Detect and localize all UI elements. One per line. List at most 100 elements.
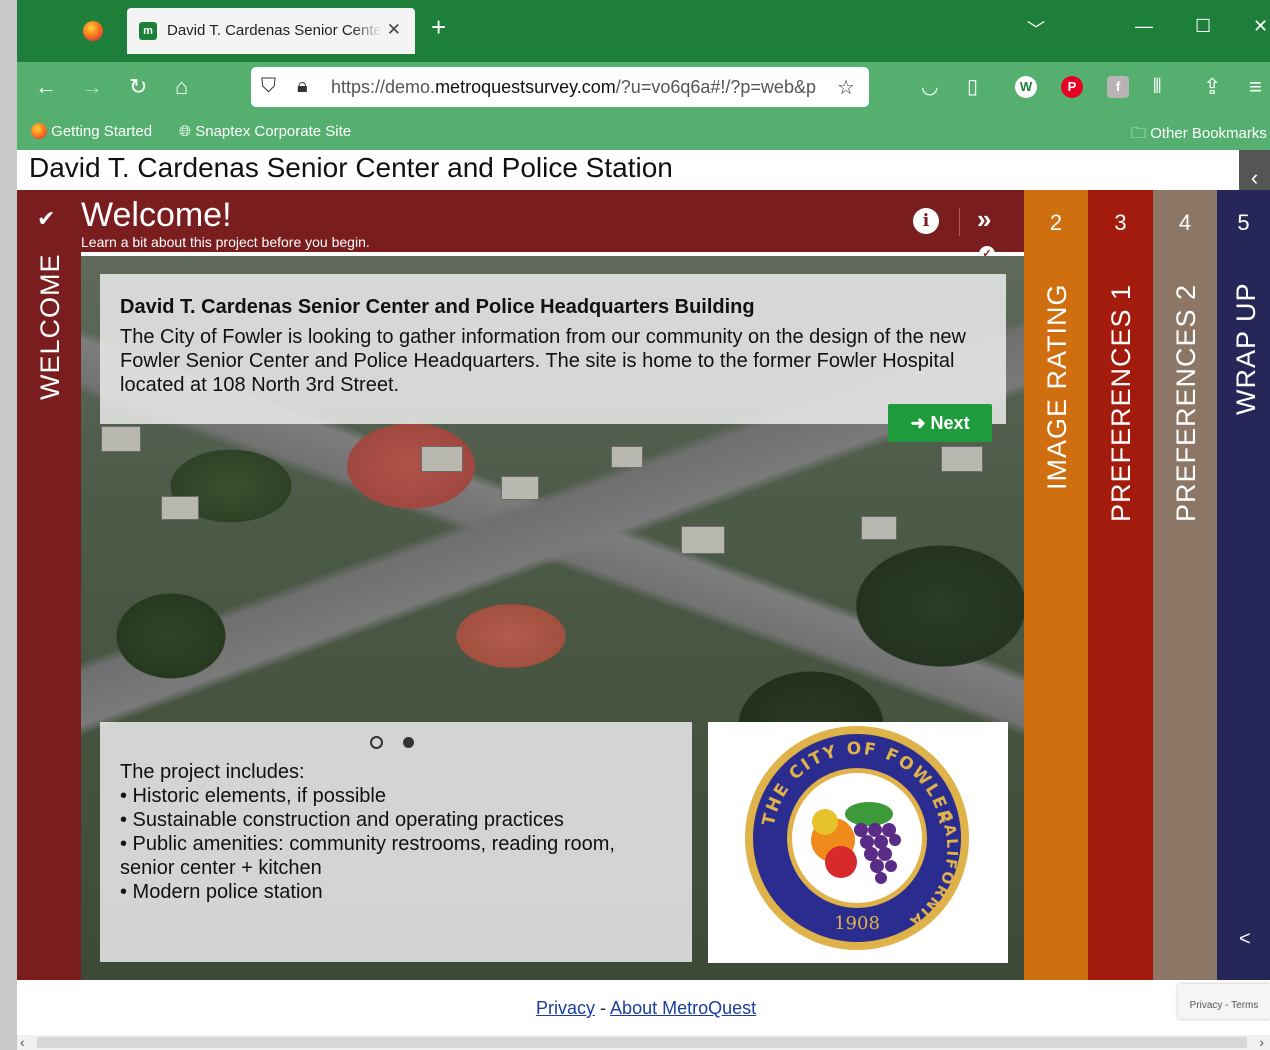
city-seal-card: THE CITY OF FOWLER CALIFORNIA 1908: [708, 722, 1008, 963]
extension-icon[interactable]: f: [1107, 76, 1129, 98]
step-label: PREFERENCES 2: [1171, 283, 1201, 522]
metroquest-favicon: m: [139, 22, 157, 40]
privacy-link[interactable]: Privacy: [536, 998, 595, 1018]
footer-separator: -: [600, 998, 607, 1018]
globe-icon: 🌐︎: [179, 123, 192, 140]
bookmark-label: Snaptex Corporate Site: [195, 123, 352, 140]
tab-list-icon[interactable]: ﹀: [1027, 16, 1045, 42]
star-icon[interactable]: ☆: [837, 75, 855, 100]
firefox-icon: [31, 123, 47, 139]
horizontal-scrollbar[interactable]: ‹ ›: [17, 1034, 1270, 1050]
welcome-title: Welcome!: [81, 196, 232, 234]
address-bar[interactable]: ⛉ 🔒︎ https://demo.metroquestsurvey.com/?…: [251, 67, 869, 107]
project-list-item: • Sustainable construction and operating…: [120, 809, 564, 831]
photo-building: [941, 446, 983, 472]
share-icon[interactable]: <: [1239, 928, 1251, 951]
step-tab-preferences-2[interactable]: 4 PREFERENCES 2: [1153, 190, 1217, 980]
check-icon: ✔: [37, 206, 56, 231]
step-tab-preferences-1[interactable]: 3 PREFERENCES 1: [1088, 190, 1153, 980]
menu-icon[interactable]: ≡: [1249, 74, 1262, 100]
share-icon[interactable]: ⇪: [1203, 74, 1221, 100]
welcome-subtitle: Learn a bit about this project before yo…: [81, 234, 370, 250]
info-icon[interactable]: i: [913, 208, 939, 234]
tab-title: David T. Cardenas Senior Center and Poli…: [167, 22, 382, 39]
close-tab-icon[interactable]: ✕: [387, 20, 401, 40]
intro-card-title: David T. Cardenas Senior Center and Poli…: [120, 296, 755, 318]
bookmarks-bar: Getting Started 🌐︎ Snaptex Corporate Sit…: [17, 114, 1270, 150]
slide-dot-1[interactable]: [370, 736, 383, 750]
photo-building: [501, 476, 539, 500]
close-window-icon[interactable]: ✕: [1253, 16, 1268, 37]
next-button[interactable]: ➜ Next: [888, 404, 992, 442]
scroll-left-icon[interactable]: ‹: [20, 1034, 25, 1050]
pocket-icon[interactable]: ◡: [921, 74, 938, 100]
bookmark-label: Getting Started: [51, 123, 153, 140]
back-icon[interactable]: ←: [35, 74, 57, 100]
step-label: PREFERENCES 1: [1106, 283, 1136, 522]
photo-building: [101, 426, 141, 452]
scrollbar-thumb[interactable]: [37, 1037, 1247, 1048]
folder-icon: 🗀: [1131, 125, 1147, 142]
step-number: 3: [1114, 210, 1127, 235]
browser-window: m David T. Cardenas Senior Center and Po…: [17, 0, 1270, 1050]
city-seal: THE CITY OF FOWLER CALIFORNIA 1908: [741, 722, 973, 954]
survey-app: ✔ WELCOME Welcome! Learn a bit about thi…: [17, 190, 1270, 980]
project-list-item: • Public amenities: community restrooms,…: [120, 833, 615, 879]
minimize-icon[interactable]: —: [1135, 16, 1153, 37]
scroll-right-icon[interactable]: ›: [1259, 1034, 1264, 1050]
project-card: The project includes: • Historic element…: [100, 722, 692, 962]
photo-building: [421, 446, 463, 472]
reader-icon[interactable]: ▯: [967, 74, 978, 100]
page-footer: Privacy - About MetroQuest: [17, 980, 1270, 1035]
step-tab-image-rating[interactable]: 2 IMAGE RATING: [1024, 190, 1088, 980]
home-icon[interactable]: ⌂: [175, 74, 188, 100]
step-number: 2: [1049, 210, 1063, 235]
navigation-bar: ← → ↻ ⌂ ⛉ 🔒︎ https://demo.metroquestsurv…: [17, 62, 1270, 114]
bookmark-label: Other Bookmarks: [1150, 125, 1267, 142]
new-tab-button[interactable]: +: [431, 14, 446, 40]
step-number: 5: [1237, 210, 1250, 235]
page-title: David T. Cardenas Senior Center and Poli…: [29, 152, 673, 183]
library-icon[interactable]: ⫴: [1153, 74, 1161, 100]
bookmark-getting-started[interactable]: Getting Started: [31, 123, 152, 140]
tab-bar: m David T. Cardenas Senior Center and Po…: [17, 0, 1270, 62]
url-text[interactable]: https://demo.metroquestsurvey.com/?u=vo6…: [331, 77, 831, 98]
intro-card-body: The City of Fowler is looking to gather …: [120, 326, 966, 396]
project-list-intro: The project includes:: [120, 761, 305, 783]
project-list-item: • Modern police station: [120, 881, 323, 903]
slide-dot-2[interactable]: [403, 737, 414, 749]
recaptcha-badge[interactable]: Privacy - Terms: [1178, 984, 1270, 1019]
pinterest-icon[interactable]: P: [1061, 76, 1083, 98]
shield-icon[interactable]: ⛉: [261, 75, 276, 98]
photo-building: [161, 496, 199, 520]
reload-icon[interactable]: ↻: [129, 74, 147, 100]
step-label: IMAGE RATING: [1042, 283, 1072, 490]
step-label: WRAP UP: [1231, 282, 1261, 415]
welcome-side-label: WELCOME: [35, 253, 65, 400]
project-list: The project includes: • Historic element…: [120, 760, 660, 904]
bookmark-snaptex[interactable]: 🌐︎ Snaptex Corporate Site: [179, 123, 351, 140]
maximize-icon[interactable]: ☐: [1195, 16, 1211, 37]
header-divider: [959, 208, 960, 236]
browser-tab[interactable]: m David T. Cardenas Senior Center and Po…: [127, 8, 415, 54]
other-bookmarks[interactable]: 🗀 Other Bookmarks: [1131, 123, 1267, 148]
project-list-item: • Historic elements, if possible: [120, 785, 386, 807]
footer-links: Privacy - About MetroQuest: [536, 998, 756, 1019]
step-tab-wrap-up[interactable]: 5 WRAP UP <: [1217, 190, 1270, 980]
fowler-seal-image: THE CITY OF FOWLER CALIFORNIA 1908: [745, 726, 969, 950]
seal-year: 1908: [834, 913, 880, 934]
forward-icon[interactable]: →: [81, 74, 103, 100]
about-metroquest-link[interactable]: About MetroQuest: [610, 998, 756, 1018]
skip-forward-icon[interactable]: »: [977, 204, 991, 235]
arrow-right-icon: ➜: [910, 413, 926, 433]
step-number: 4: [1178, 210, 1192, 235]
welcome-side-tab[interactable]: ✔ WELCOME: [17, 190, 81, 980]
w-extension-icon[interactable]: W: [1015, 76, 1037, 98]
firefox-icon[interactable]: [83, 21, 103, 41]
next-label: Next: [930, 413, 970, 433]
photo-building: [611, 446, 643, 468]
slide-pager: [370, 734, 434, 752]
lock-icon[interactable]: 🔒︎: [297, 75, 308, 98]
photo-building: [861, 516, 897, 540]
photo-building: [681, 526, 725, 554]
